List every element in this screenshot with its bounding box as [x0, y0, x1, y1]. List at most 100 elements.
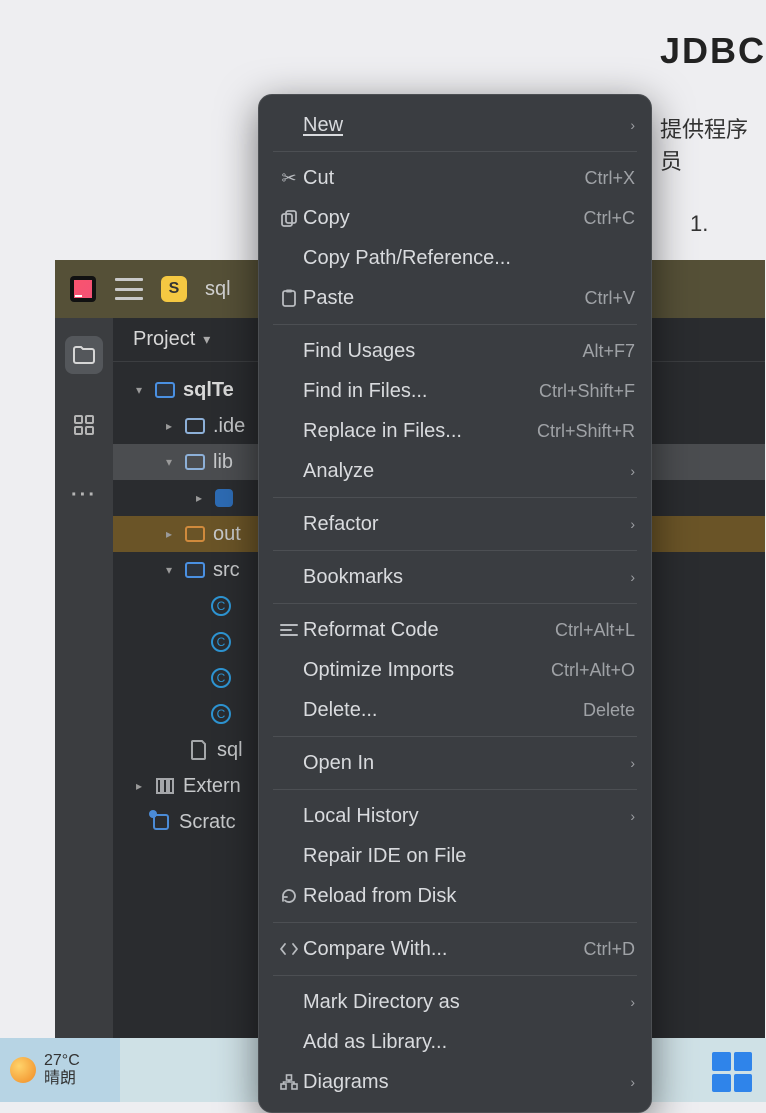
ctx-label: Optimize Imports: [303, 659, 541, 682]
doc-paragraph: 提供程序员: [660, 112, 766, 176]
chevron-right-icon: ›: [617, 516, 635, 532]
clipboard-icon: [275, 289, 303, 307]
ctx-compare-with[interactable]: Compare With... Ctrl+D: [259, 929, 651, 969]
ctx-local-history[interactable]: Local History ›: [259, 796, 651, 836]
ctx-open-in[interactable]: Open In ›: [259, 743, 651, 783]
ctx-shortcut: Ctrl+Shift+R: [537, 421, 635, 442]
ctx-reload-from-disk[interactable]: Reload from Disk: [259, 876, 651, 916]
ctx-mark-directory[interactable]: Mark Directory as ›: [259, 982, 651, 1022]
ctx-diagrams[interactable]: Diagrams ›: [259, 1062, 651, 1102]
chevron-right-icon: ▸: [161, 419, 177, 433]
sun-icon: [10, 1057, 36, 1083]
chevron-right-icon: ›: [617, 755, 635, 771]
doc-title: JDBC: [660, 30, 766, 72]
doc-list-item: 1.: [660, 211, 766, 237]
main-menu-button[interactable]: [115, 278, 143, 300]
folder-icon: [185, 454, 205, 470]
chevron-down-icon: ▾: [131, 383, 147, 397]
ctx-label: Local History: [303, 805, 617, 828]
ctx-copy-path[interactable]: Copy Path/Reference...: [259, 238, 651, 278]
ctx-find-usages[interactable]: Find Usages Alt+F7: [259, 331, 651, 371]
ctx-shortcut: Ctrl+V: [584, 288, 635, 309]
ctx-bookmarks[interactable]: Bookmarks ›: [259, 557, 651, 597]
chevron-down-icon: ▾: [161, 455, 177, 469]
ctx-label: Find Usages: [303, 340, 572, 363]
chevron-right-icon: ›: [617, 1074, 635, 1090]
tree-label: src: [213, 559, 240, 582]
ctx-label: Refactor: [303, 513, 617, 536]
class-icon: C: [211, 596, 231, 616]
class-icon: C: [211, 632, 231, 652]
reload-icon: [275, 887, 303, 905]
ctx-refactor[interactable]: Refactor ›: [259, 504, 651, 544]
ctx-copy[interactable]: Copy Ctrl+C: [259, 198, 651, 238]
ctx-label: Cut: [303, 167, 574, 190]
windows-start-button[interactable]: [712, 1052, 752, 1092]
ctx-delete[interactable]: Delete... Delete: [259, 690, 651, 730]
separator: [273, 324, 637, 325]
ctx-label: Copy Path/Reference...: [303, 247, 635, 270]
ctx-optimize-imports[interactable]: Optimize Imports Ctrl+Alt+O: [259, 650, 651, 690]
ctx-label: Bookmarks: [303, 566, 617, 589]
ctx-paste[interactable]: Paste Ctrl+V: [259, 278, 651, 318]
weather-widget[interactable]: 27°C 晴朗: [0, 1038, 120, 1102]
ctx-label: Analyze: [303, 460, 617, 483]
ctx-label: Delete...: [303, 699, 573, 722]
ctx-add-as-library[interactable]: Add as Library...: [259, 1022, 651, 1062]
tree-label: lib: [213, 451, 233, 474]
ctx-new[interactable]: New ›: [259, 105, 651, 145]
ctx-label: Repair IDE on File: [303, 845, 635, 868]
chevron-right-icon: ▸: [161, 527, 177, 541]
scissors-icon: ✂: [275, 168, 303, 189]
file-icon: [189, 740, 209, 760]
chevron-right-icon: ›: [617, 463, 635, 479]
chevron-down-icon: ▾: [161, 563, 177, 577]
structure-tool-button[interactable]: [65, 406, 103, 444]
ctx-reformat-code[interactable]: Reformat Code Ctrl+Alt+L: [259, 610, 651, 650]
ctx-label: New: [303, 114, 343, 136]
ctx-repair-ide[interactable]: Repair IDE on File: [259, 836, 651, 876]
separator: [273, 789, 637, 790]
chevron-right-icon: ▸: [131, 779, 147, 793]
separator: [273, 922, 637, 923]
reformat-icon: [275, 623, 303, 637]
ctx-label: Replace in Files...: [303, 420, 527, 443]
diagrams-icon: [275, 1074, 303, 1090]
tree-label: Scratc: [179, 811, 236, 834]
ctx-replace-in-files[interactable]: Replace in Files... Ctrl+Shift+R: [259, 411, 651, 451]
ctx-find-in-files[interactable]: Find in Files... Ctrl+Shift+F: [259, 371, 651, 411]
ctx-shortcut: Ctrl+D: [583, 939, 635, 960]
panel-title: Project: [133, 328, 195, 351]
copy-icon: [275, 210, 303, 227]
chevron-right-icon: ›: [617, 117, 635, 133]
weather-text: 27°C 晴朗: [44, 1052, 80, 1087]
weather-temp: 27°C: [44, 1052, 80, 1070]
ctx-shortcut: Ctrl+C: [583, 208, 635, 229]
ctx-label: Open In: [303, 752, 617, 775]
scratches-icon: [151, 812, 171, 832]
structure-icon: [73, 414, 95, 436]
folder-icon: [185, 526, 205, 542]
more-tool-button[interactable]: ···: [65, 476, 103, 514]
separator: [273, 497, 637, 498]
tree-label: sqlTe: [183, 379, 234, 402]
ctx-cut[interactable]: ✂ Cut Ctrl+X: [259, 158, 651, 198]
tree-label: out: [213, 523, 241, 546]
context-menu: New › ✂ Cut Ctrl+X Copy Ctrl+C Copy Path…: [258, 94, 652, 1113]
ctx-shortcut: Ctrl+Alt+O: [551, 660, 635, 681]
class-icon: C: [211, 668, 231, 688]
chevron-down-icon: ▾: [203, 331, 210, 348]
chevron-right-icon: ›: [617, 569, 635, 585]
ctx-label: Paste: [303, 287, 574, 310]
separator: [273, 736, 637, 737]
separator: [273, 603, 637, 604]
dots-icon: ···: [71, 484, 97, 507]
tree-label: .ide: [213, 415, 245, 438]
ctx-label: Compare With...: [303, 938, 573, 961]
tool-window-rail: ···: [55, 318, 113, 1102]
ctx-shortcut: Alt+F7: [582, 341, 635, 362]
ctx-analyze[interactable]: Analyze ›: [259, 451, 651, 491]
project-tool-button[interactable]: [65, 336, 103, 374]
folder-icon: [155, 382, 175, 398]
separator: [273, 151, 637, 152]
